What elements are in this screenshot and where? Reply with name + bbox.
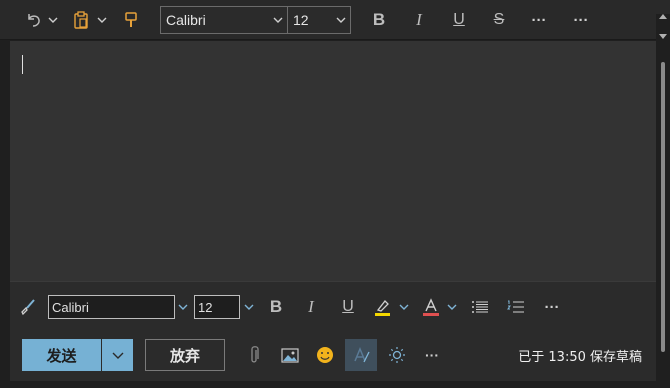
chevron-down-icon bbox=[178, 304, 188, 310]
paste-dropdown-button[interactable] bbox=[95, 0, 109, 40]
format-size-input[interactable]: 12 bbox=[194, 295, 240, 319]
sun-icon bbox=[389, 347, 405, 363]
bullet-list-button[interactable] bbox=[468, 282, 492, 332]
italic-icon: I bbox=[416, 10, 422, 29]
bold-icon: B bbox=[372, 10, 386, 29]
format-italic-button[interactable]: I bbox=[299, 282, 323, 332]
paintbrush-icon bbox=[21, 299, 35, 316]
numbered-list-icon bbox=[507, 300, 524, 313]
highlight-dropdown-button[interactable] bbox=[396, 282, 412, 332]
clipboard-icon bbox=[74, 11, 88, 29]
font-size-value: 12 bbox=[293, 12, 309, 28]
numbered-list-button[interactable] bbox=[504, 282, 528, 332]
text-caret bbox=[22, 55, 23, 74]
scrollbar-thumb[interactable] bbox=[661, 62, 665, 352]
chevron-down-icon bbox=[336, 17, 346, 23]
font-color-icon bbox=[423, 298, 439, 316]
format-brush-button[interactable] bbox=[16, 282, 40, 332]
format-bar: Calibri 12 B I U ··· bbox=[10, 281, 656, 331]
format-size-value: 12 bbox=[198, 299, 213, 315]
font-size-select[interactable]: 12 bbox=[288, 6, 351, 34]
paperclip-icon bbox=[251, 346, 259, 363]
italic-button[interactable]: I bbox=[406, 0, 432, 40]
size-dropdown-button[interactable] bbox=[241, 282, 257, 332]
chevron-down-icon bbox=[447, 304, 457, 310]
format-painter-button[interactable] bbox=[120, 0, 142, 40]
strikethrough-button[interactable]: S bbox=[486, 0, 512, 40]
emoji-button[interactable] bbox=[309, 339, 341, 371]
highlight-button[interactable] bbox=[372, 282, 394, 332]
send-button[interactable]: 发送 bbox=[22, 339, 101, 371]
bottom-strip bbox=[0, 381, 670, 388]
paste-button[interactable] bbox=[70, 0, 92, 40]
action-more-button[interactable]: ··· bbox=[416, 339, 448, 371]
font-family-select[interactable]: Calibri bbox=[160, 6, 288, 34]
scrollbar[interactable] bbox=[656, 14, 670, 374]
font-color-dropdown-button[interactable] bbox=[444, 282, 460, 332]
undo-icon bbox=[28, 14, 40, 27]
highlighter-icon bbox=[375, 300, 390, 316]
scroll-down-button[interactable] bbox=[656, 34, 670, 44]
toolbar-overflow-button[interactable]: ··· bbox=[568, 0, 594, 40]
emoji-icon bbox=[317, 347, 333, 363]
format-font-input[interactable]: Calibri bbox=[48, 295, 175, 319]
format-text-button[interactable] bbox=[345, 339, 377, 371]
chevron-down-icon bbox=[112, 352, 123, 359]
bold-icon: B bbox=[269, 297, 283, 316]
message-body-editor[interactable] bbox=[10, 41, 656, 281]
undo-button[interactable] bbox=[22, 0, 46, 40]
discard-button[interactable]: 放弃 bbox=[145, 339, 225, 371]
chevron-down-icon bbox=[244, 304, 254, 310]
insert-picture-button[interactable] bbox=[274, 339, 306, 371]
text-format-icon bbox=[354, 347, 370, 363]
format-more-button[interactable]: ··· bbox=[540, 282, 564, 332]
draft-saved-status: 已于 13:50 保存草稿 bbox=[518, 349, 642, 365]
format-font-value: Calibri bbox=[52, 299, 89, 315]
chevron-down-icon bbox=[273, 17, 283, 23]
action-bar: 发送 放弃 ··· 已于 13:50 保存草稿 bbox=[10, 331, 656, 381]
font-color-button[interactable] bbox=[420, 282, 442, 332]
bullet-list-icon bbox=[472, 301, 488, 313]
designer-button[interactable] bbox=[381, 339, 413, 371]
more-options-button[interactable]: ··· bbox=[526, 0, 552, 40]
italic-icon: I bbox=[308, 297, 314, 316]
format-underline-button[interactable]: U bbox=[336, 282, 360, 332]
arrow-up-icon bbox=[659, 14, 667, 19]
picture-icon bbox=[281, 347, 299, 363]
chevron-down-icon bbox=[399, 304, 409, 310]
format-painter-icon bbox=[125, 12, 137, 27]
font-family-value: Calibri bbox=[166, 12, 206, 28]
format-bold-button[interactable]: B bbox=[264, 282, 288, 332]
bold-button[interactable]: B bbox=[366, 0, 392, 40]
underline-icon: U bbox=[453, 11, 465, 28]
scroll-up-button[interactable] bbox=[656, 14, 670, 24]
strikethrough-icon: S bbox=[493, 11, 505, 28]
chevron-down-icon bbox=[97, 17, 107, 23]
chevron-down-icon bbox=[48, 17, 58, 23]
underline-icon: U bbox=[342, 298, 354, 315]
arrow-down-icon bbox=[659, 34, 667, 39]
top-toolbar: Calibri 12 B I U S ··· ··· bbox=[0, 0, 670, 40]
underline-button[interactable]: U bbox=[446, 0, 472, 40]
attach-file-button[interactable] bbox=[238, 339, 270, 371]
font-dropdown-button[interactable] bbox=[175, 282, 191, 332]
undo-dropdown-button[interactable] bbox=[46, 0, 60, 40]
send-options-button[interactable] bbox=[102, 339, 133, 371]
